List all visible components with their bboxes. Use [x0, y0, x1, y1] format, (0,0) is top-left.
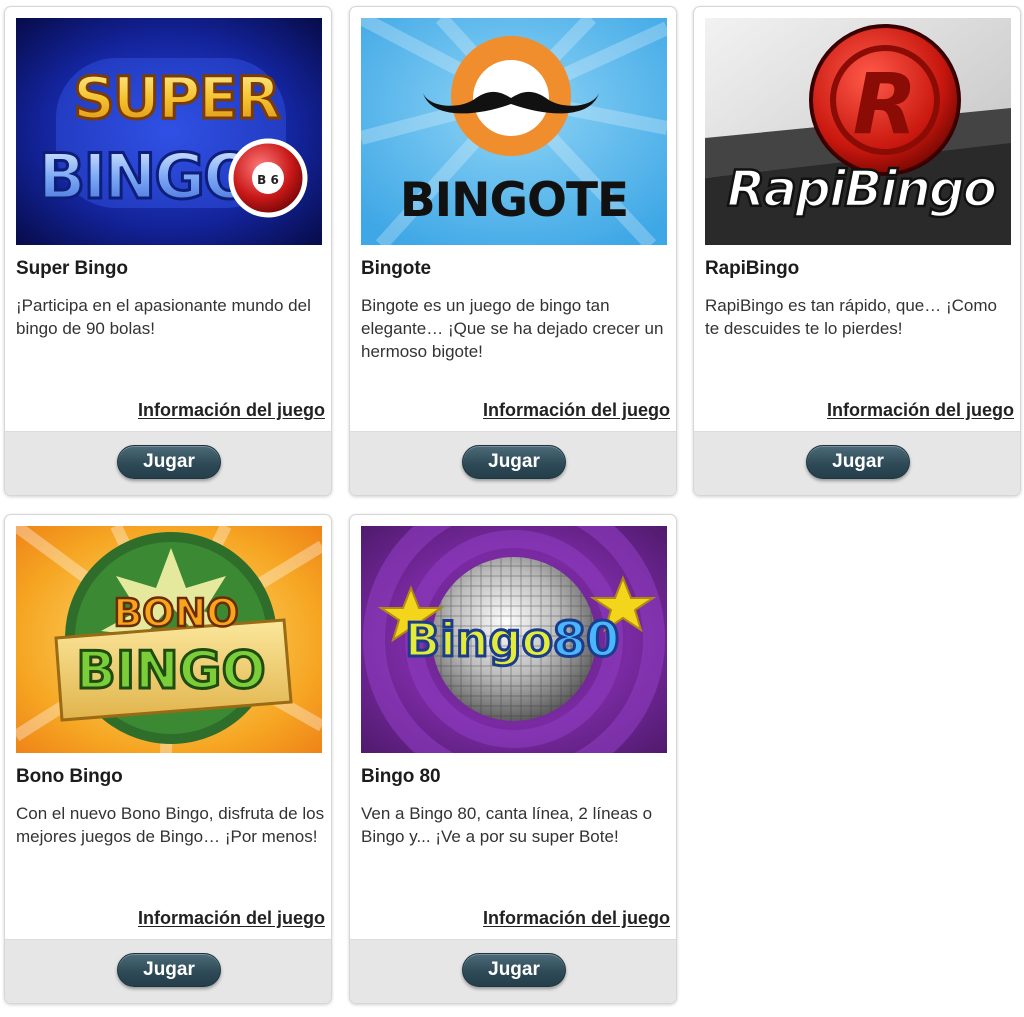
- super-bingo-thumbnail[interactable]: SUPER BINGO B 6: [16, 18, 322, 245]
- card-footer: Jugar: [5, 939, 331, 1003]
- bingo-80-logo-image: Bingo 80: [361, 526, 667, 753]
- game-info-link[interactable]: Información del juego: [138, 908, 325, 929]
- super-bingo-logo-ball-number: B 6: [257, 173, 279, 187]
- game-card-super-bingo: SUPER BINGO B 6 Super Bingo ¡Participa e…: [4, 6, 332, 496]
- game-description: Ven a Bingo 80, canta línea, 2 líneas o …: [361, 804, 653, 846]
- super-bingo-logo-word-super: SUPER: [73, 64, 280, 132]
- bono-bingo-logo-image: BONO BINGO: [16, 526, 322, 753]
- card-footer: Jugar: [694, 431, 1020, 495]
- rapibingo-logo-word: RapiBingo: [727, 160, 996, 218]
- game-title: RapiBingo: [705, 258, 800, 279]
- play-button[interactable]: Jugar: [462, 953, 566, 987]
- bingote-logo-image: BINGOTE: [361, 18, 667, 245]
- bingote-thumbnail[interactable]: BINGOTE: [361, 18, 667, 245]
- bingo-80-thumbnail[interactable]: Bingo 80: [361, 526, 667, 753]
- game-card-bono-bingo: BONO BINGO Bono Bingo Con el nuevo Bono …: [4, 514, 332, 1004]
- game-card-bingote: BINGOTE Bingote Bingote es un juego de b…: [349, 6, 677, 496]
- rapibingo-logo-image: R RapiBingo: [705, 18, 1011, 245]
- game-info-link[interactable]: Información del juego: [827, 400, 1014, 421]
- card-footer: Jugar: [5, 431, 331, 495]
- game-title: Bingo 80: [361, 766, 441, 787]
- game-title: Bingote: [361, 258, 432, 279]
- bono-bingo-thumbnail[interactable]: BONO BINGO: [16, 526, 322, 753]
- play-button[interactable]: Jugar: [462, 445, 566, 479]
- super-bingo-logo-image: SUPER BINGO B 6: [16, 18, 322, 245]
- game-info-link[interactable]: Información del juego: [483, 400, 670, 421]
- bingote-logo-word: BINGOTE: [400, 173, 628, 228]
- game-description: Con el nuevo Bono Bingo, disfruta de los…: [16, 804, 325, 846]
- game-title: Super Bingo: [16, 258, 128, 279]
- rapibingo-logo-ball-letter: R: [853, 55, 918, 153]
- bono-bingo-logo-word-bono: BONO: [113, 591, 238, 635]
- bono-bingo-logo-word-bingo: BINGO: [76, 641, 265, 701]
- game-description: Bingote es un juego de bingo tan elegant…: [361, 296, 664, 361]
- game-card-bingo-80: Bingo 80 Bingo 80 Ven a Bingo 80, canta …: [349, 514, 677, 1004]
- game-card-rapibingo: R RapiBingo RapiBingo RapiBingo es tan r…: [693, 6, 1021, 496]
- bingo-80-logo-number: 80: [553, 612, 620, 668]
- game-info-link[interactable]: Información del juego: [483, 908, 670, 929]
- play-button[interactable]: Jugar: [117, 953, 221, 987]
- play-button[interactable]: Jugar: [117, 445, 221, 479]
- super-bingo-logo-word-bingo: BINGO: [38, 140, 254, 213]
- card-footer: Jugar: [350, 431, 676, 495]
- rapibingo-thumbnail[interactable]: R RapiBingo: [705, 18, 1011, 245]
- play-button[interactable]: Jugar: [806, 445, 910, 479]
- game-info-link[interactable]: Información del juego: [138, 400, 325, 421]
- game-description: ¡Participa en el apasionante mundo del b…: [16, 296, 311, 338]
- card-footer: Jugar: [350, 939, 676, 1003]
- bingo-80-logo-word-bingo: Bingo: [405, 613, 553, 667]
- game-title: Bono Bingo: [16, 766, 123, 787]
- game-description: RapiBingo es tan rápido, que… ¡Como te d…: [705, 296, 997, 338]
